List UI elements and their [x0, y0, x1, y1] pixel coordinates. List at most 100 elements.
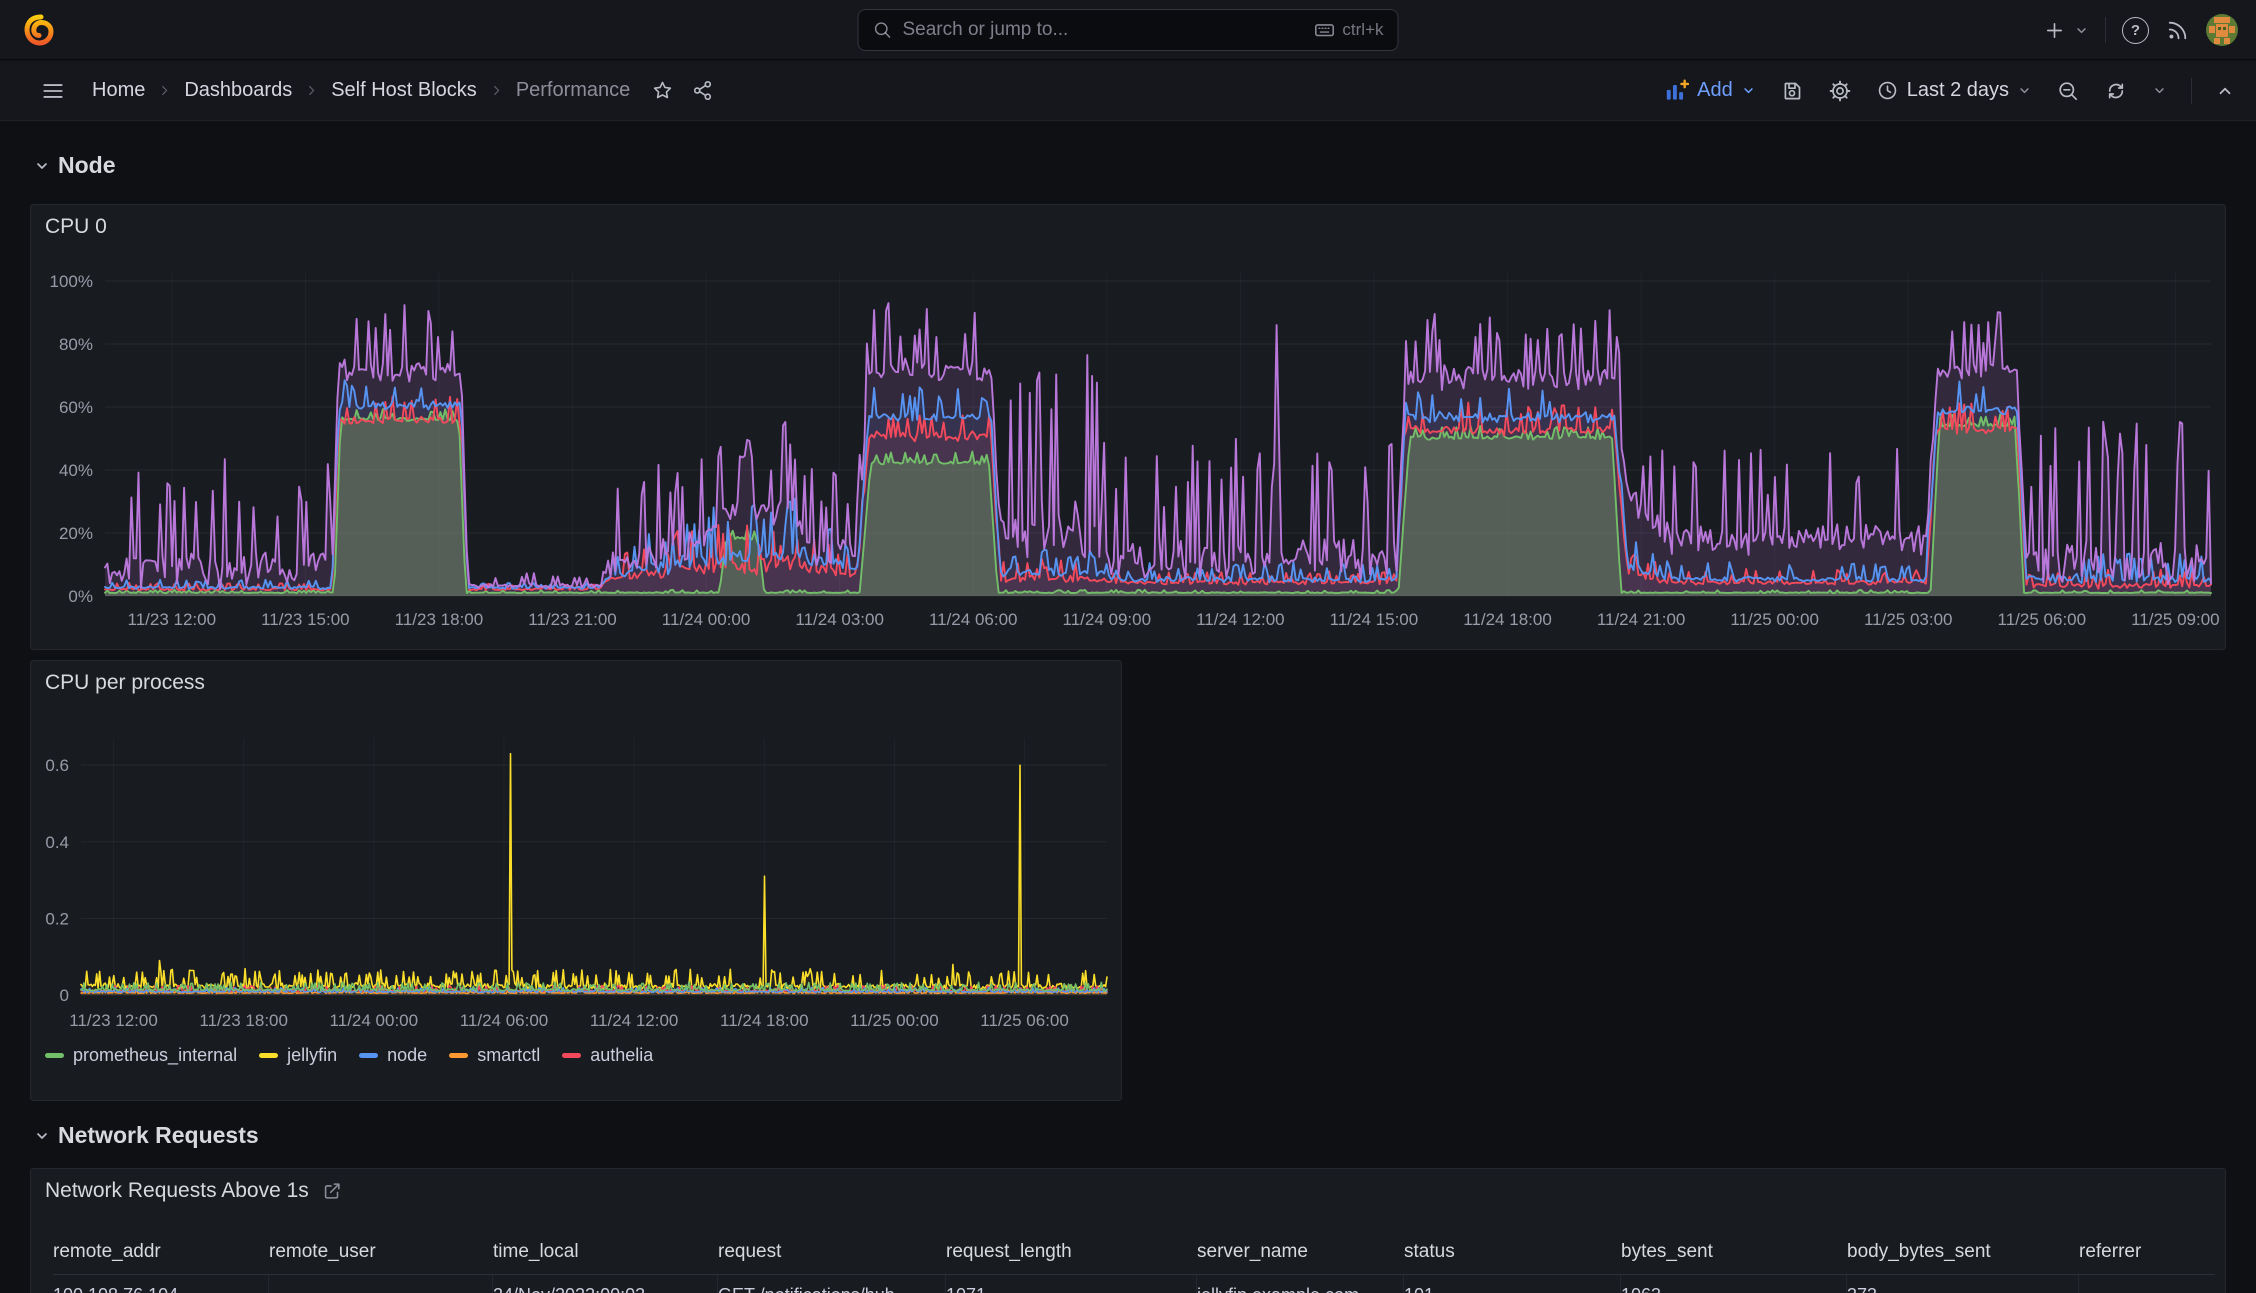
table-row[interactable]: 100.108.76.104 24/Nov/2023:00:03GET /noti…	[53, 1275, 2215, 1293]
x-axis-label: 11/25 00:00	[850, 1011, 939, 1030]
chevron-right-icon	[303, 82, 320, 99]
chevron-right-icon	[156, 82, 173, 99]
new-button[interactable]	[2043, 19, 2089, 42]
legend-item-prometheus_internal[interactable]: prometheus_internal	[45, 1045, 237, 1066]
panel-cpu0: CPU 0 0% 20% 40% 60% 80% 100% 11/23 12:00 11/23…	[30, 204, 2226, 650]
y-axis-label: 20%	[59, 524, 93, 543]
zoom-out-button[interactable]	[2056, 79, 2080, 103]
favorite-star-icon[interactable]	[651, 79, 674, 102]
breadcrumb-dashboards[interactable]: Dashboards	[184, 79, 292, 102]
column-header-status[interactable]: status	[1404, 1229, 1621, 1274]
column-header-remote_user[interactable]: remote_user	[269, 1229, 493, 1274]
time-range-picker[interactable]: Last 2 days	[1876, 79, 2032, 102]
column-header-referrer[interactable]: referrer	[2079, 1229, 2215, 1274]
breadcrumb-folder[interactable]: Self Host Blocks	[331, 79, 477, 102]
dashboard-settings-button[interactable]	[1828, 79, 1852, 103]
search-input[interactable]: Search or jump to... ctrl+k	[857, 9, 1399, 51]
legend-swatch	[45, 1053, 64, 1058]
column-header-remote_addr[interactable]: remote_addr	[53, 1229, 269, 1274]
panel-title[interactable]: Network Requests Above 1s	[45, 1179, 343, 1203]
y-axis-label: 80%	[59, 335, 93, 354]
refresh-button[interactable]	[2104, 79, 2128, 103]
x-axis-label: 11/25 00:00	[1730, 610, 1819, 629]
breadcrumb-current: Performance	[515, 79, 631, 101]
save-dashboard-button[interactable]	[1780, 79, 1804, 103]
x-axis-label: 11/25 09:00	[2131, 610, 2220, 629]
panel-title[interactable]: CPU per process	[45, 671, 205, 695]
cell-remote_user	[269, 1275, 493, 1293]
share-icon[interactable]	[691, 79, 714, 102]
cpu-per-process-chart[interactable]: 0 0.2 0.4 0.6 11/23 12:00 11/23 18:00 11/24 00…	[31, 709, 1121, 1047]
x-axis-label: 11/23 21:00	[528, 610, 617, 629]
column-header-bytes_sent[interactable]: bytes_sent	[1621, 1229, 1847, 1274]
legend-item-authelia[interactable]: authelia	[562, 1045, 653, 1066]
legend-label: authelia	[590, 1045, 654, 1065]
column-header-server_name[interactable]: server_name	[1197, 1229, 1404, 1274]
legend-item-jellyfin[interactable]: jellyfin	[259, 1045, 337, 1066]
external-link-icon[interactable]	[321, 1180, 343, 1202]
x-axis-label: 11/24 12:00	[590, 1011, 679, 1030]
cell-bytes_sent: 1063	[1621, 1275, 1847, 1293]
cell-request: GET /notifications/hub	[718, 1275, 946, 1293]
y-axis-label: 0%	[68, 587, 93, 606]
cell-status: 101	[1404, 1275, 1621, 1293]
refresh-interval-dropdown[interactable]	[2152, 83, 2167, 98]
cell-remote_addr: 100.108.76.104	[53, 1275, 269, 1293]
news-rss-button[interactable]	[2165, 18, 2190, 43]
top-bar: Search or jump to... ctrl+k ?	[0, 0, 2256, 60]
cell-time_local: 24/Nov/2023:00:03	[493, 1275, 718, 1293]
x-axis-label: 11/24 18:00	[720, 1011, 809, 1030]
x-axis-label: 11/25 06:00	[1998, 610, 2087, 629]
x-axis-label: 11/24 00:00	[662, 610, 751, 629]
x-axis-label: 11/24 12:00	[1196, 610, 1285, 629]
search-placeholder: Search or jump to...	[902, 19, 1069, 40]
chevron-down-icon	[2077, 27, 2086, 33]
chart-legend: prometheus_internal jellyfin node smartctl a…	[45, 1045, 653, 1066]
collapse-toolbar-button[interactable]	[2216, 82, 2234, 100]
section-row-node[interactable]: Node	[34, 152, 116, 179]
y-axis-label: 0.4	[45, 833, 69, 852]
x-axis-label: 11/24 06:00	[460, 1011, 549, 1030]
cell-server_name: jellyfin.example.com	[1197, 1275, 1404, 1293]
legend-item-smartctl[interactable]: smartctl	[449, 1045, 540, 1066]
cell-referrer	[2079, 1275, 2215, 1293]
keyboard-icon	[1313, 19, 1335, 41]
column-header-request_length[interactable]: request_length	[946, 1229, 1197, 1274]
x-axis-label: 11/24 21:00	[1597, 610, 1686, 629]
column-header-request[interactable]: request	[718, 1229, 946, 1274]
legend-label: prometheus_internal	[73, 1045, 238, 1065]
legend-item-node[interactable]: node	[359, 1045, 427, 1066]
cell-body_bytes_sent: 373	[1847, 1275, 2079, 1293]
cpu0-timeseries-chart[interactable]: 0% 20% 40% 60% 80% 100% 11/23 12:00 11/23 15:00…	[31, 255, 2225, 649]
table-header-row: remote_addr remote_user time_local request r…	[53, 1229, 2215, 1275]
x-axis-label: 11/23 12:00	[128, 610, 217, 629]
y-axis-label: 40%	[59, 461, 93, 480]
chevron-right-icon	[488, 82, 505, 99]
legend-label: smartctl	[477, 1045, 541, 1065]
legend-swatch	[359, 1053, 379, 1058]
column-header-body_bytes_sent[interactable]: body_bytes_sent	[1847, 1229, 2079, 1274]
dashboard-toolbar: Home Dashboards Self Host Blocks Perform…	[0, 61, 2256, 121]
section-row-network-requests[interactable]: Network Requests	[34, 1122, 259, 1149]
y-axis-label: 0.6	[45, 756, 69, 775]
legend-label: jellyfin	[287, 1045, 338, 1065]
column-header-time_local[interactable]: time_local	[493, 1229, 718, 1274]
chevron-down-icon	[37, 162, 47, 169]
x-axis-label: 11/23 15:00	[261, 610, 350, 629]
breadcrumb: Home Dashboards Self Host Blocks Perform…	[92, 79, 714, 102]
add-panel-button[interactable]: Add	[1663, 78, 1756, 104]
y-axis-label: 0.2	[45, 909, 69, 928]
breadcrumb-home[interactable]: Home	[92, 79, 145, 102]
legend-swatch	[449, 1053, 469, 1058]
plus-icon	[2046, 22, 2063, 38]
panel-title[interactable]: CPU 0	[45, 215, 107, 239]
clock-icon	[1878, 81, 1896, 100]
help-button[interactable]: ?	[2122, 16, 2149, 44]
grafana-logo-icon[interactable]	[20, 12, 56, 48]
toolbar-actions: Add Last 2 days	[1663, 61, 2234, 121]
chevron-down-icon	[1744, 88, 1753, 94]
x-axis-label: 11/25 03:00	[1864, 610, 1953, 629]
menu-toggle-icon[interactable]	[40, 78, 66, 104]
panel-network-requests: Network Requests Above 1s remote_addr rem…	[30, 1168, 2226, 1293]
user-avatar[interactable]	[2206, 14, 2238, 46]
